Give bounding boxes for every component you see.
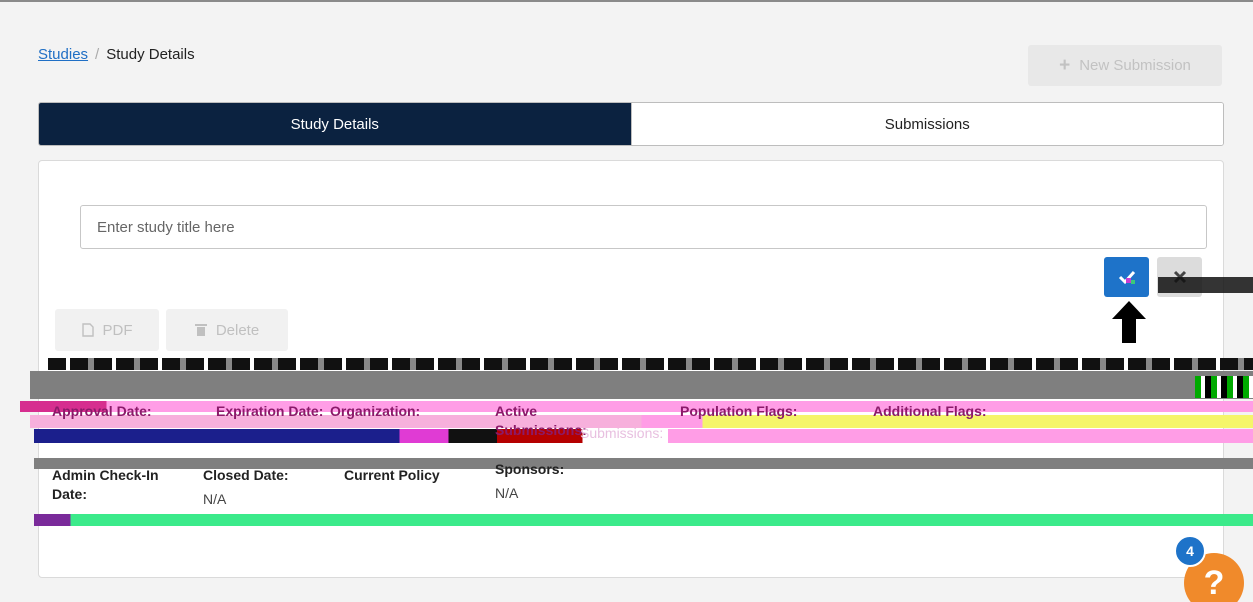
tab-bar: Study Details Submissions	[38, 102, 1224, 146]
breadcrumb-separator: /	[95, 46, 100, 63]
field-label-organization: Organization:	[330, 403, 421, 419]
trash-icon	[194, 324, 207, 336]
new-submission-label: New Submission	[1079, 57, 1191, 74]
glitch-bar	[30, 371, 1253, 399]
field-label-population-flags: Population Flags:	[680, 403, 798, 419]
field-label-active-submissions: Active Submissions:	[495, 403, 587, 438]
delete-button[interactable]: Delete	[166, 309, 288, 351]
new-submission-button[interactable]: + New Submission	[1028, 45, 1222, 86]
notification-badge: 4	[1174, 535, 1206, 567]
arrow-up-annotation-icon	[1112, 301, 1146, 343]
glitch-bar	[20, 401, 1253, 412]
delete-label: Delete	[215, 321, 260, 339]
top-border	[0, 0, 1253, 2]
field-label-admin-check-in-date: Admin Check-In Date:	[52, 467, 159, 502]
glitch-bar	[48, 358, 1253, 370]
glitch-bar	[1158, 277, 1253, 293]
field-value-sponsors: N/A	[495, 485, 519, 501]
field-label-closed-date: Closed Date:	[203, 467, 289, 483]
plus-icon: +	[1059, 55, 1071, 76]
field-label-sponsors: Sponsors:	[495, 461, 565, 477]
field-label-additional-flags: Additional Flags:	[873, 403, 987, 419]
pdf-button[interactable]: PDF	[55, 309, 159, 351]
field-label-approval-date: Approval Date:	[52, 403, 152, 419]
breadcrumb-current: Study Details	[106, 46, 195, 63]
pdf-label: PDF	[102, 321, 133, 339]
field-value-closed-date: N/A	[203, 491, 227, 507]
tab-submissions[interactable]: Submissions	[630, 103, 1223, 145]
file-icon	[81, 323, 94, 337]
glitch-bar	[1195, 376, 1253, 398]
field-label-current-policy: Current Policy	[344, 467, 440, 483]
confirm-title-button[interactable]	[1104, 257, 1149, 297]
breadcrumb-studies-link[interactable]: Studies	[38, 46, 88, 63]
tab-study-details[interactable]: Study Details	[39, 103, 631, 145]
field-value-active-submissions: Submissions:	[580, 425, 664, 441]
field-label-expiration-date: Expiration Date:	[216, 403, 324, 419]
glitch-bar	[34, 514, 1253, 526]
breadcrumb: Studies / Study Details	[38, 46, 195, 63]
checkmark-icon	[1118, 270, 1135, 285]
study-title-input[interactable]	[80, 205, 1207, 249]
